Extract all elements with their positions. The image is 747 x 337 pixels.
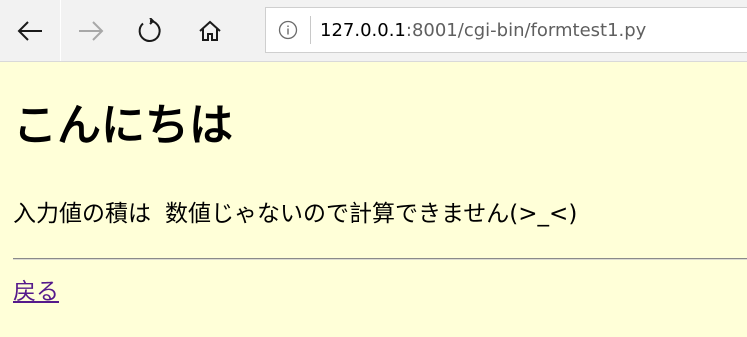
home-button[interactable] [180,0,240,61]
forward-arrow-icon [77,20,105,42]
result-message: 数値じゃないので計算できません(>_<) [165,201,578,227]
horizontal-rule [13,258,747,260]
forward-button[interactable] [60,0,120,61]
url-host: 127.0.0.1 [320,19,406,41]
address-bar[interactable]: 127.0.0.1:8001/cgi-bin/formtest1.py [265,7,747,53]
browser-toolbar: 127.0.0.1:8001/cgi-bin/formtest1.py [0,0,747,62]
url-path: :8001/cgi-bin/formtest1.py [405,19,647,41]
home-icon [198,20,222,42]
result-label: 入力値の積は [13,201,151,227]
back-link[interactable]: 戻る [13,276,59,308]
refresh-icon [137,17,163,44]
info-icon[interactable] [266,8,310,52]
url-text[interactable]: 127.0.0.1:8001/cgi-bin/formtest1.py [311,20,646,41]
result-line: 入力値の積は 数値じゃないので計算できません(>_<) [13,198,577,230]
refresh-button[interactable] [120,0,180,61]
back-arrow-icon [16,20,44,42]
page-heading: こんにちは [13,100,233,151]
back-button[interactable] [0,0,60,61]
